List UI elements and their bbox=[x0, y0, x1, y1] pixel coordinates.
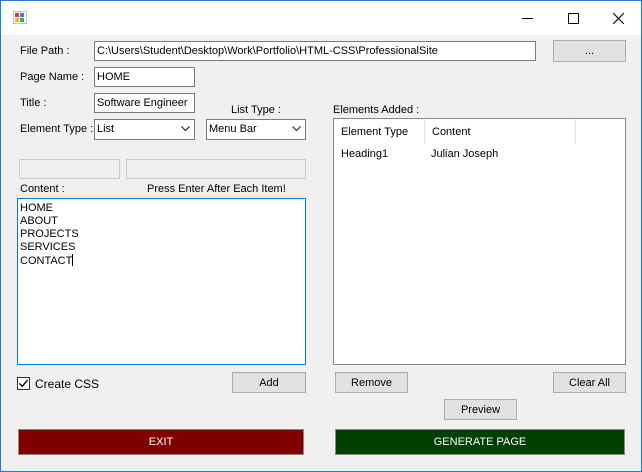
minimize-icon bbox=[521, 17, 533, 19]
elements-list[interactable]: Element Type Content Heading1 Julian Jos… bbox=[333, 118, 626, 365]
create-css-label[interactable]: Create CSS bbox=[35, 378, 99, 391]
column-header-element-type[interactable]: Element Type bbox=[334, 119, 425, 144]
exit-button[interactable]: EXIT bbox=[18, 429, 304, 455]
content-line: ABOUT bbox=[20, 215, 58, 227]
remove-button[interactable]: Remove bbox=[335, 372, 408, 393]
create-css-checkbox[interactable] bbox=[17, 377, 30, 390]
text-caret bbox=[72, 254, 74, 266]
content-line: CONTACT bbox=[20, 255, 73, 267]
app-window: File Path : C:\Users\Student\Desktop\Wor… bbox=[0, 0, 642, 472]
generate-page-button[interactable]: GENERATE PAGE bbox=[335, 429, 625, 455]
content-textarea[interactable]: HOME ABOUT PROJECTS SERVICES CONTACT bbox=[17, 198, 306, 365]
app-icon bbox=[13, 11, 27, 24]
close-button[interactable] bbox=[595, 1, 641, 35]
elements-added-label: Elements Added : bbox=[333, 104, 420, 116]
close-icon bbox=[612, 12, 624, 24]
title-input[interactable]: Software Engineer bbox=[94, 93, 195, 113]
checkmark-icon bbox=[19, 379, 29, 388]
content-line: HOME bbox=[20, 202, 53, 214]
disabled-input-right bbox=[126, 159, 306, 179]
file-path-label: File Path : bbox=[20, 45, 70, 57]
title-bar bbox=[1, 1, 641, 35]
chevron-down-icon bbox=[181, 126, 190, 132]
content-line: SERVICES bbox=[20, 241, 76, 253]
element-type-label: Element Type : bbox=[20, 123, 94, 135]
list-type-select[interactable]: Menu Bar bbox=[206, 119, 306, 140]
page-name-input[interactable]: HOME bbox=[94, 67, 195, 87]
element-type-select[interactable]: List bbox=[94, 119, 195, 140]
row-content: Julian Joseph bbox=[431, 148, 499, 160]
disabled-input-left bbox=[19, 159, 120, 179]
add-button[interactable]: Add bbox=[232, 372, 306, 393]
list-type-label: List Type : bbox=[231, 104, 281, 116]
preview-button[interactable]: Preview bbox=[444, 399, 517, 420]
file-path-input[interactable]: C:\Users\Student\Desktop\Work\Portfolio\… bbox=[94, 41, 536, 61]
maximize-button[interactable] bbox=[550, 1, 596, 35]
maximize-icon bbox=[567, 12, 579, 24]
column-header-content[interactable]: Content bbox=[425, 119, 576, 144]
element-type-value: List bbox=[97, 123, 115, 135]
content-line: PROJECTS bbox=[20, 228, 79, 240]
browse-button[interactable]: ... bbox=[553, 40, 626, 62]
chevron-down-icon bbox=[292, 126, 301, 132]
table-row[interactable]: Heading1 Julian Joseph bbox=[334, 147, 625, 163]
hint-text: Press Enter After Each Item! bbox=[147, 183, 286, 195]
row-element-type: Heading1 bbox=[341, 148, 389, 160]
clear-all-button[interactable]: Clear All bbox=[553, 372, 626, 393]
list-header: Element Type Content bbox=[334, 119, 625, 144]
list-type-value: Menu Bar bbox=[209, 123, 257, 135]
content-label: Content : bbox=[20, 183, 65, 195]
title-label: Title : bbox=[20, 97, 47, 109]
page-name-label: Page Name : bbox=[20, 71, 85, 83]
minimize-button[interactable] bbox=[504, 1, 550, 35]
